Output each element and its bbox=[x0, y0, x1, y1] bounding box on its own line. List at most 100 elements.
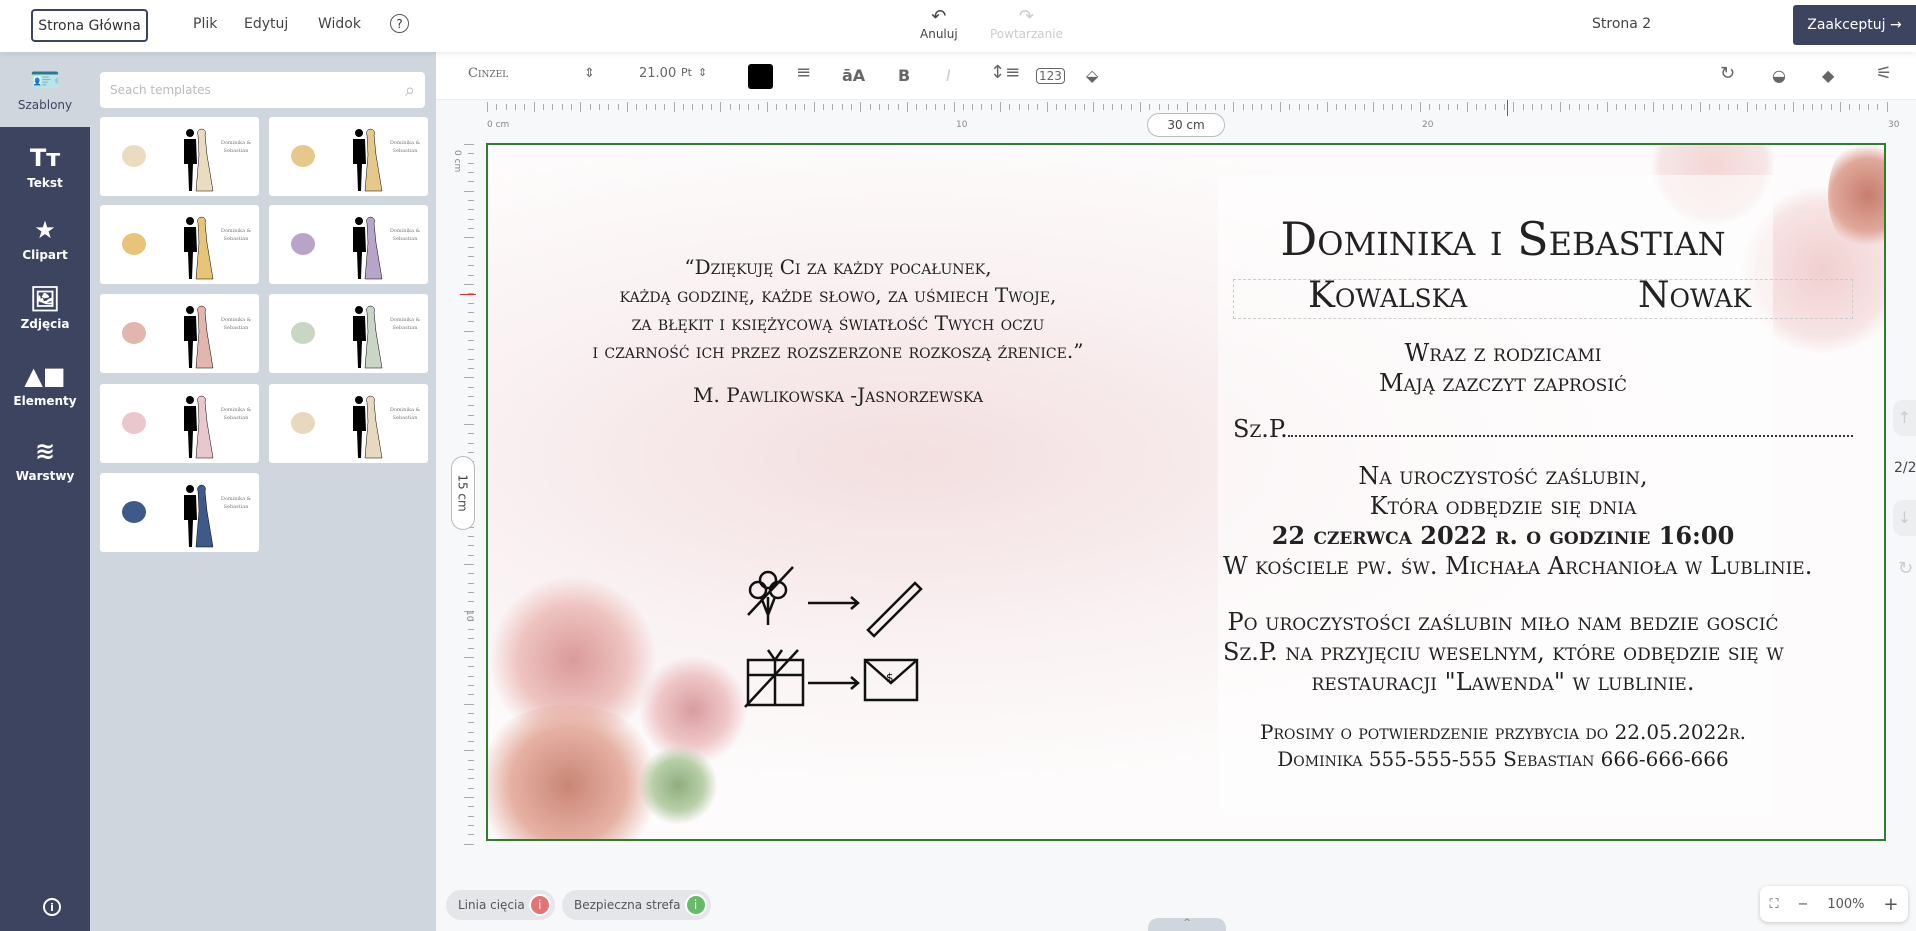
rotate-icon[interactable]: ↻ bbox=[1720, 63, 1735, 84]
font-select-arrows[interactable]: ⇕ bbox=[584, 66, 595, 81]
ruler-tick bbox=[468, 638, 474, 640]
ruler-tick bbox=[832, 104, 834, 110]
align-center-icon[interactable]: ≡ bbox=[796, 62, 811, 83]
text-case-icon[interactable]: āA bbox=[842, 66, 865, 85]
surname-groom[interactable]: Nowak bbox=[1638, 275, 1751, 316]
expand-panel-button[interactable]: ^ bbox=[1148, 918, 1226, 931]
parents-text[interactable]: Wraz z rodzicami Mają zazczyt zaprosić bbox=[1223, 338, 1783, 398]
italic-icon[interactable]: I bbox=[946, 66, 951, 85]
page-up-button[interactable]: ↑ bbox=[1893, 400, 1916, 436]
ruler-tick bbox=[1056, 104, 1058, 110]
quote-line: i czarność ich przez rozszerzone rozkosz… bbox=[592, 339, 1084, 363]
opacity-icon[interactable]: ◒ bbox=[1772, 66, 1786, 85]
bold-icon[interactable]: B bbox=[898, 66, 910, 85]
ruler-tick bbox=[468, 442, 474, 444]
search-templates-input[interactable]: Seach templates ⌕ bbox=[100, 72, 425, 108]
font-unit[interactable]: Pt bbox=[681, 66, 692, 79]
menu-view[interactable]: Widok bbox=[318, 16, 361, 32]
template-thumbnail[interactable]: Dominika & Sebastian bbox=[100, 384, 259, 463]
couple-names[interactable]: Dominika i Sebastian bbox=[1223, 212, 1783, 266]
ruler-tick bbox=[850, 104, 852, 110]
fill-bucket-icon[interactable]: ⬙ bbox=[1086, 66, 1098, 85]
ruler-tick bbox=[1242, 104, 1244, 110]
ruler-tick bbox=[1401, 104, 1403, 110]
ruler-tick bbox=[1345, 104, 1347, 110]
ruler-tick bbox=[776, 104, 778, 110]
adjust-settings-icon[interactable]: ⚟ bbox=[1876, 63, 1892, 84]
guest-line[interactable]: Sz.P. bbox=[1233, 415, 1853, 443]
quote-author[interactable]: M. Pawlikowska -Jasnorzewska bbox=[538, 383, 1138, 407]
ruler-tick bbox=[468, 218, 474, 220]
template-thumbnail[interactable]: Dominika & Sebastian bbox=[100, 117, 259, 196]
cut-line-toggle[interactable]: Linia cięcia i bbox=[446, 890, 555, 920]
font-size-input[interactable]: 21.00 bbox=[639, 66, 676, 81]
ruler-tick bbox=[1447, 104, 1449, 110]
ruler-tick bbox=[464, 797, 474, 799]
reception-text[interactable]: Po uroczystości zaślubin miło nam bedzie… bbox=[1223, 607, 1784, 697]
safe-zone-toggle[interactable]: Bezpieczna strefa i bbox=[562, 890, 711, 920]
template-thumbnail[interactable]: Dominika & Sebastian bbox=[100, 205, 259, 284]
sidebar-label: Tekst bbox=[27, 176, 63, 190]
undo-button[interactable]: ↶ Anuluj bbox=[920, 6, 958, 41]
home-button[interactable]: Strona Główna bbox=[31, 9, 148, 42]
ruler-tick bbox=[468, 778, 474, 780]
arrow-icon bbox=[808, 596, 860, 610]
ruler-tick bbox=[934, 104, 936, 110]
ruler-tick bbox=[1653, 102, 1655, 112]
redo-button[interactable]: ↷ Powtarzanie bbox=[990, 6, 1063, 41]
ruler-tick bbox=[710, 104, 712, 110]
ruler-tick bbox=[468, 573, 474, 575]
page-down-button[interactable]: ↓ bbox=[1893, 500, 1916, 536]
template-thumbnail[interactable]: Dominika & Sebastian bbox=[269, 384, 428, 463]
ruler-tick bbox=[1186, 102, 1188, 112]
template-thumbnail[interactable]: Dominika & Sebastian bbox=[100, 473, 259, 552]
ruler-tick bbox=[626, 102, 628, 112]
ruler-tick bbox=[1112, 104, 1114, 110]
help-icon[interactable]: ? bbox=[390, 14, 409, 33]
ruler-tick bbox=[1130, 104, 1132, 110]
design-canvas[interactable]: “Dziękuję Ci za każdy pocałunek, każdą g… bbox=[486, 143, 1886, 841]
ruler-tick bbox=[1765, 104, 1767, 110]
sidebar-item-clipart[interactable]: ★ Clipart bbox=[0, 216, 90, 262]
template-thumbnail[interactable]: Dominika & Sebastian bbox=[269, 117, 428, 196]
quote-line: każdą godzinę, każde słowo, za uśmiech T… bbox=[619, 283, 1057, 307]
thumbnail-text: Dominika & Sebastian bbox=[220, 228, 252, 242]
layer-order-icon[interactable]: ◆ bbox=[1822, 66, 1834, 85]
zoom-out-button[interactable]: − bbox=[1797, 897, 1808, 912]
ruler-tick bbox=[468, 321, 474, 323]
ruler-tick bbox=[468, 246, 474, 248]
sidebar-item-elements[interactable]: ▲■ Elementy bbox=[0, 362, 90, 408]
ruler-tick bbox=[1457, 104, 1459, 110]
font-select[interactable]: Cinzel bbox=[468, 66, 508, 81]
cut-line-label: Linia cięcia bbox=[458, 898, 525, 912]
ruler-tick bbox=[720, 102, 722, 112]
ceremony-text[interactable]: Na uroczystość zaślubin, Która odbędzie … bbox=[1223, 461, 1812, 581]
search-placeholder: Seach templates bbox=[110, 83, 211, 97]
rsvp-text[interactable]: Prosimy o potwierdzenie przybycia do 22.… bbox=[1223, 719, 1783, 773]
accept-button[interactable]: Zaakceptuj → bbox=[1793, 5, 1916, 45]
refresh-icon[interactable]: ↻ bbox=[1898, 558, 1913, 579]
sidebar-item-text[interactable]: Tт Tekst bbox=[0, 144, 90, 190]
sidebar-item-templates[interactable]: 🪪 Szablony bbox=[0, 66, 90, 112]
menu-edit[interactable]: Edytuj bbox=[244, 16, 288, 32]
template-thumbnail[interactable]: Dominika & Sebastian bbox=[100, 294, 259, 373]
letter-spacing-icon[interactable]: 123 bbox=[1036, 68, 1065, 84]
ruler-tick bbox=[468, 209, 474, 211]
ruler-tick bbox=[1541, 104, 1543, 110]
quote-text[interactable]: “Dziękuję Ci za każdy pocałunek, każdą g… bbox=[538, 253, 1138, 365]
template-thumbnail[interactable]: Dominika & Sebastian bbox=[269, 294, 428, 373]
font-size-stepper[interactable]: ⇕ bbox=[698, 66, 707, 79]
line-height-icon[interactable]: ↕≡ bbox=[990, 62, 1020, 83]
ruler-label: 0 cm bbox=[487, 120, 510, 130]
sidebar-item-layers[interactable]: ≋ Warstwy bbox=[0, 437, 90, 483]
menu-file[interactable]: Plik bbox=[193, 16, 217, 32]
surname-bride[interactable]: Kowalska bbox=[1308, 275, 1467, 316]
ruler-tick bbox=[468, 694, 474, 696]
fullscreen-icon[interactable]: ⛶ bbox=[1769, 897, 1778, 912]
template-thumbnail[interactable]: Dominika & Sebastian bbox=[269, 205, 428, 284]
sidebar-item-photos[interactable]: 🖼 Zdjęcia bbox=[0, 285, 90, 331]
ruler-tick bbox=[944, 104, 946, 110]
text-color-swatch[interactable] bbox=[748, 64, 773, 89]
info-icon[interactable]: i bbox=[43, 898, 61, 916]
zoom-in-button[interactable]: + bbox=[1883, 894, 1898, 915]
